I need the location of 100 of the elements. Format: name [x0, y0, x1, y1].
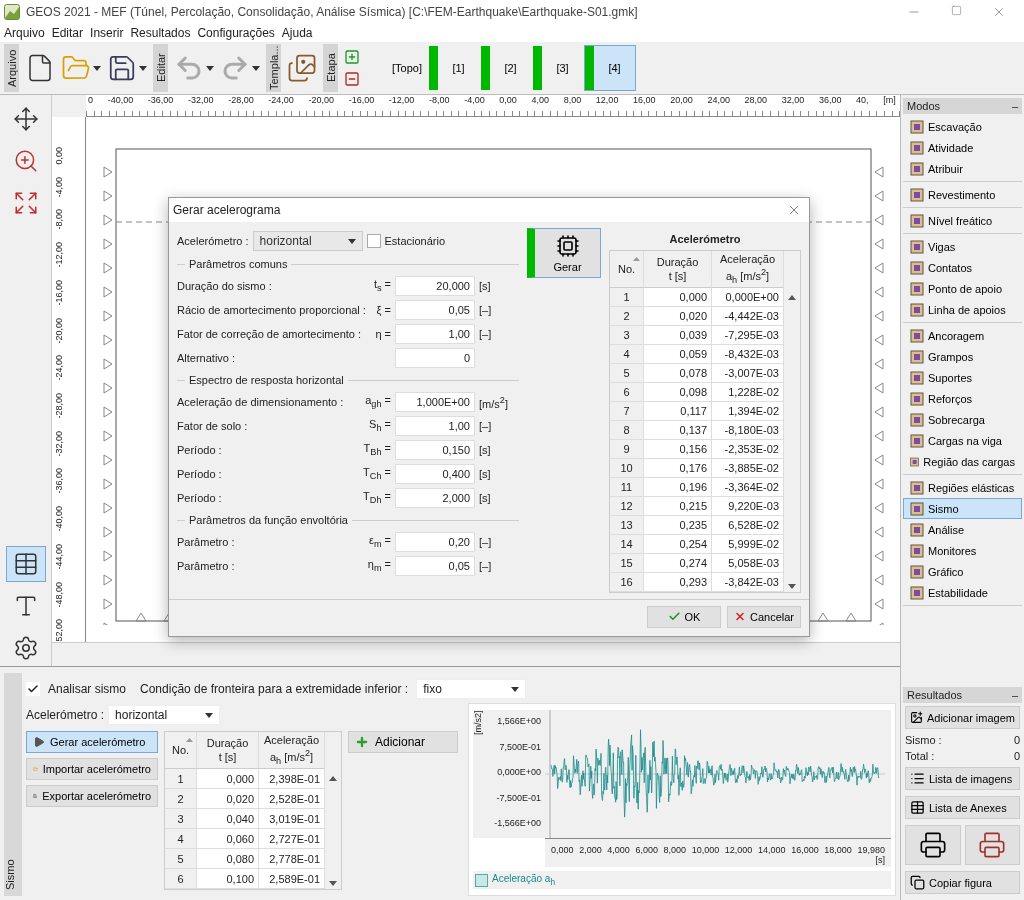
- mode-item[interactable]: Atividade: [903, 137, 1022, 158]
- menu-item[interactable]: Configurações: [197, 26, 275, 40]
- axis-tick-label: 10,000: [691, 845, 720, 855]
- input-field[interactable]: 0,150: [395, 440, 475, 460]
- templates-button[interactable]: [287, 53, 317, 83]
- mode-item[interactable]: Monitores: [903, 540, 1022, 561]
- action-button[interactable]: Gerar acelerómetro: [26, 731, 158, 753]
- close-icon[interactable]: [787, 203, 801, 217]
- mode-item[interactable]: Reforços: [903, 388, 1022, 409]
- column-header[interactable]: No.: [610, 251, 644, 288]
- menu-item[interactable]: Arquivo: [4, 26, 45, 40]
- input-field[interactable]: 0: [395, 348, 475, 368]
- input-field[interactable]: 1,00: [395, 416, 475, 436]
- table-cell: 0,020: [197, 788, 259, 809]
- menu-item[interactable]: Editar: [51, 26, 84, 40]
- stage-tab[interactable]: [4]: [584, 45, 636, 91]
- close-icon[interactable]: [992, 5, 1006, 19]
- mode-item[interactable]: Revestimento: [903, 184, 1022, 205]
- mode-item[interactable]: Regiões elásticas: [903, 477, 1022, 498]
- toolbar-group-label: Etapa: [323, 44, 338, 92]
- mode-item[interactable]: Escavação: [903, 116, 1022, 137]
- mode-item[interactable]: Atribuir: [903, 158, 1022, 179]
- mode-item[interactable]: Suportes: [903, 367, 1022, 388]
- mode-item[interactable]: Nível freático: [903, 210, 1022, 231]
- boundary-select[interactable]: fixo: [416, 679, 527, 699]
- scroll-down-icon[interactable]: [329, 880, 337, 886]
- input-field[interactable]: 0,05: [395, 556, 475, 576]
- section-title: Espectro de resposta horizontal: [189, 374, 344, 386]
- checkbox[interactable]: [366, 234, 381, 248]
- mode-item[interactable]: Linha de apoios: [903, 299, 1022, 320]
- remove-stage-button[interactable]: [344, 71, 360, 87]
- annex-list-button[interactable]: Lista de Anexes: [905, 796, 1020, 819]
- mode-item[interactable]: Vigas: [903, 236, 1022, 257]
- mode-item[interactable]: Região das cargas: [903, 451, 1022, 472]
- stage-tab[interactable]: [3]: [532, 45, 584, 91]
- table-scrollbar[interactable]: [784, 251, 800, 592]
- axis-tick-label: 2,000: [579, 845, 602, 855]
- save-button[interactable]: [107, 53, 147, 83]
- add-stage-button[interactable]: [344, 49, 360, 65]
- table-cell: 2,589E-01: [259, 868, 325, 889]
- mode-icon: [910, 349, 924, 364]
- input-field[interactable]: 0,400: [395, 464, 475, 484]
- side-tab[interactable]: Sismo: [4, 673, 22, 896]
- scroll-up-icon[interactable]: [788, 295, 796, 300]
- copy-figure-button[interactable]: Copiar figura: [905, 871, 1020, 894]
- scroll-down-icon[interactable]: [788, 583, 796, 589]
- menu-item[interactable]: Ajuda: [281, 26, 313, 40]
- input-field[interactable]: 2,000: [395, 488, 475, 508]
- mode-item[interactable]: Ancoragem: [903, 325, 1022, 346]
- mode-item[interactable]: Análise: [903, 519, 1022, 540]
- input-field[interactable]: 0,05: [395, 300, 475, 320]
- mode-item[interactable]: Gráfico: [903, 561, 1022, 582]
- column-header[interactable]: Aceleração a$_{h}$ [m/s$^{2}$]: [259, 732, 325, 769]
- action-button[interactable]: Importar acelerómetro: [26, 758, 158, 780]
- collapse-button[interactable]: –: [1011, 689, 1018, 701]
- action-button[interactable]: Exportar acelerómetro: [26, 785, 158, 807]
- accelerometer-select[interactable]: horizontal: [108, 705, 221, 725]
- add-image-button[interactable]: Adicionar imagem: [905, 706, 1020, 729]
- table-scrollbar[interactable]: [325, 732, 341, 889]
- checkbox[interactable]: [26, 682, 40, 696]
- scroll-up-icon[interactable]: [329, 776, 337, 781]
- tool-button[interactable]: [5, 546, 46, 582]
- image-list-button[interactable]: Lista de imagens: [905, 767, 1020, 790]
- mode-item[interactable]: Grampos: [903, 346, 1022, 367]
- column-header[interactable]: Aceleração a$_{h}$ [m/s$^{2}$]: [712, 251, 784, 288]
- print-button[interactable]: [905, 825, 961, 865]
- menu-item[interactable]: Inserir: [90, 26, 124, 40]
- mode-item[interactable]: Contatos: [903, 257, 1022, 278]
- mode-item[interactable]: Ponto de apoio: [903, 278, 1022, 299]
- symbol-label: T$_{Bh}$ =: [363, 442, 391, 458]
- axis-tick-label: 1,566E+00: [497, 716, 541, 726]
- mode-item[interactable]: Sismo: [903, 498, 1022, 519]
- dialog-button[interactable]: Cancelar: [727, 605, 801, 628]
- input-field[interactable]: 0,20: [395, 532, 475, 552]
- table-cell: 0,098: [644, 382, 712, 402]
- symbol-label: T$_{Dh}$ =: [363, 490, 391, 506]
- table-cell: 5,999E-02: [712, 534, 784, 554]
- collapse-button[interactable]: –: [1011, 100, 1018, 112]
- input-field[interactable]: 20,000: [395, 276, 475, 296]
- column-header[interactable]: No.: [165, 732, 197, 769]
- input-field[interactable]: 1,000E+00: [395, 392, 475, 412]
- axis-tick-label: 19,980: [857, 845, 885, 855]
- column-header[interactable]: Duração t [s]: [197, 732, 259, 769]
- input-field[interactable]: 1,00: [395, 324, 475, 344]
- dialog-button[interactable]: OK: [647, 605, 721, 628]
- mode-item[interactable]: Cargas na viga: [903, 430, 1022, 451]
- row-number: 4: [165, 828, 197, 849]
- stage-tab[interactable]: [Topo]: [386, 45, 428, 91]
- stage-tab[interactable]: [2]: [480, 45, 532, 91]
- row-number: 6: [165, 868, 197, 889]
- stage-tab[interactable]: [1]: [428, 45, 480, 91]
- accelerometer-select[interactable]: horizontal: [252, 231, 363, 251]
- field-label: Fator de correção de amortecimento :: [177, 328, 363, 340]
- generate-button[interactable]: Gerar: [527, 228, 601, 278]
- panel-header: Resultados –: [903, 687, 1022, 703]
- column-header[interactable]: Duração t [s]: [644, 251, 712, 288]
- mode-item[interactable]: Estabilidade: [903, 582, 1022, 603]
- menu-item[interactable]: Resultados: [130, 26, 191, 40]
- mode-item[interactable]: Sobrecarga: [903, 409, 1022, 430]
- add-button[interactable]: Adicionar: [348, 731, 458, 753]
